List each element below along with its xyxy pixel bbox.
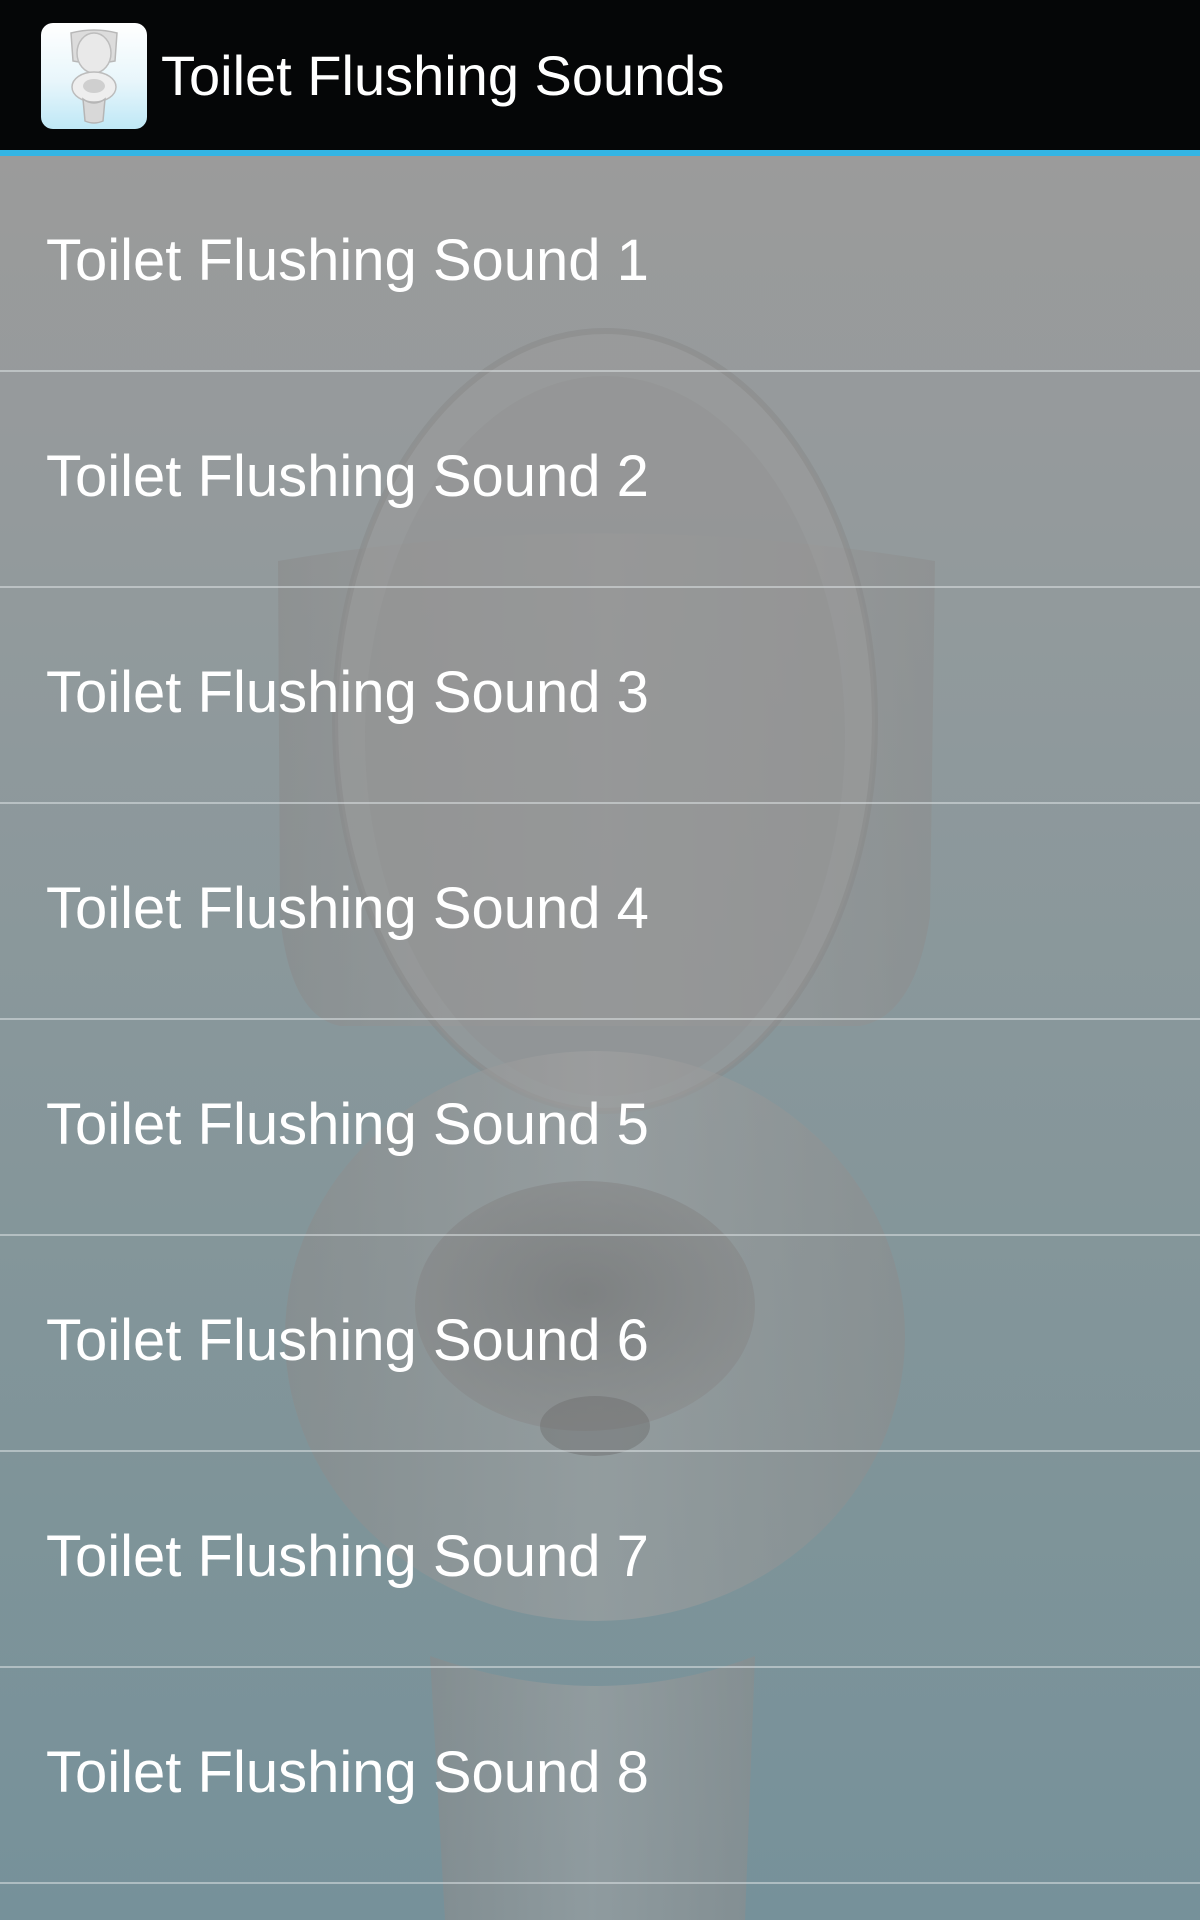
list-item-label: Toilet Flushing Sound 6: [46, 1308, 649, 1373]
app-title: Toilet Flushing Sounds: [161, 44, 725, 107]
content-area: Toilet Flushing Sound 1 Toilet Flushing …: [0, 156, 1200, 1920]
action-bar: Toilet Flushing Sounds: [0, 0, 1200, 150]
list-item-sound-8[interactable]: Toilet Flushing Sound 8: [0, 1668, 1200, 1884]
list-item-label: Toilet Flushing Sound 4: [46, 876, 649, 941]
list-item-sound-1[interactable]: Toilet Flushing Sound 1: [0, 156, 1200, 372]
list-item-label: Toilet Flushing Sound 8: [46, 1740, 649, 1805]
toilet-icon[interactable]: [41, 23, 147, 129]
list-item-sound-7[interactable]: Toilet Flushing Sound 7: [0, 1452, 1200, 1668]
sound-list: Toilet Flushing Sound 1 Toilet Flushing …: [0, 156, 1200, 1884]
list-item-sound-5[interactable]: Toilet Flushing Sound 5: [0, 1020, 1200, 1236]
list-item-label: Toilet Flushing Sound 7: [46, 1524, 649, 1589]
list-item-label: Toilet Flushing Sound 2: [46, 444, 649, 509]
list-item-sound-2[interactable]: Toilet Flushing Sound 2: [0, 372, 1200, 588]
list-item-sound-6[interactable]: Toilet Flushing Sound 6: [0, 1236, 1200, 1452]
list-item-label: Toilet Flushing Sound 3: [46, 660, 649, 725]
list-item-label: Toilet Flushing Sound 5: [46, 1092, 649, 1157]
list-item-label: Toilet Flushing Sound 1: [46, 228, 649, 293]
list-item-sound-4[interactable]: Toilet Flushing Sound 4: [0, 804, 1200, 1020]
list-item-sound-3[interactable]: Toilet Flushing Sound 3: [0, 588, 1200, 804]
app-screen: Toilet Flushing Sounds Toilet Flushing S…: [0, 0, 1200, 1920]
